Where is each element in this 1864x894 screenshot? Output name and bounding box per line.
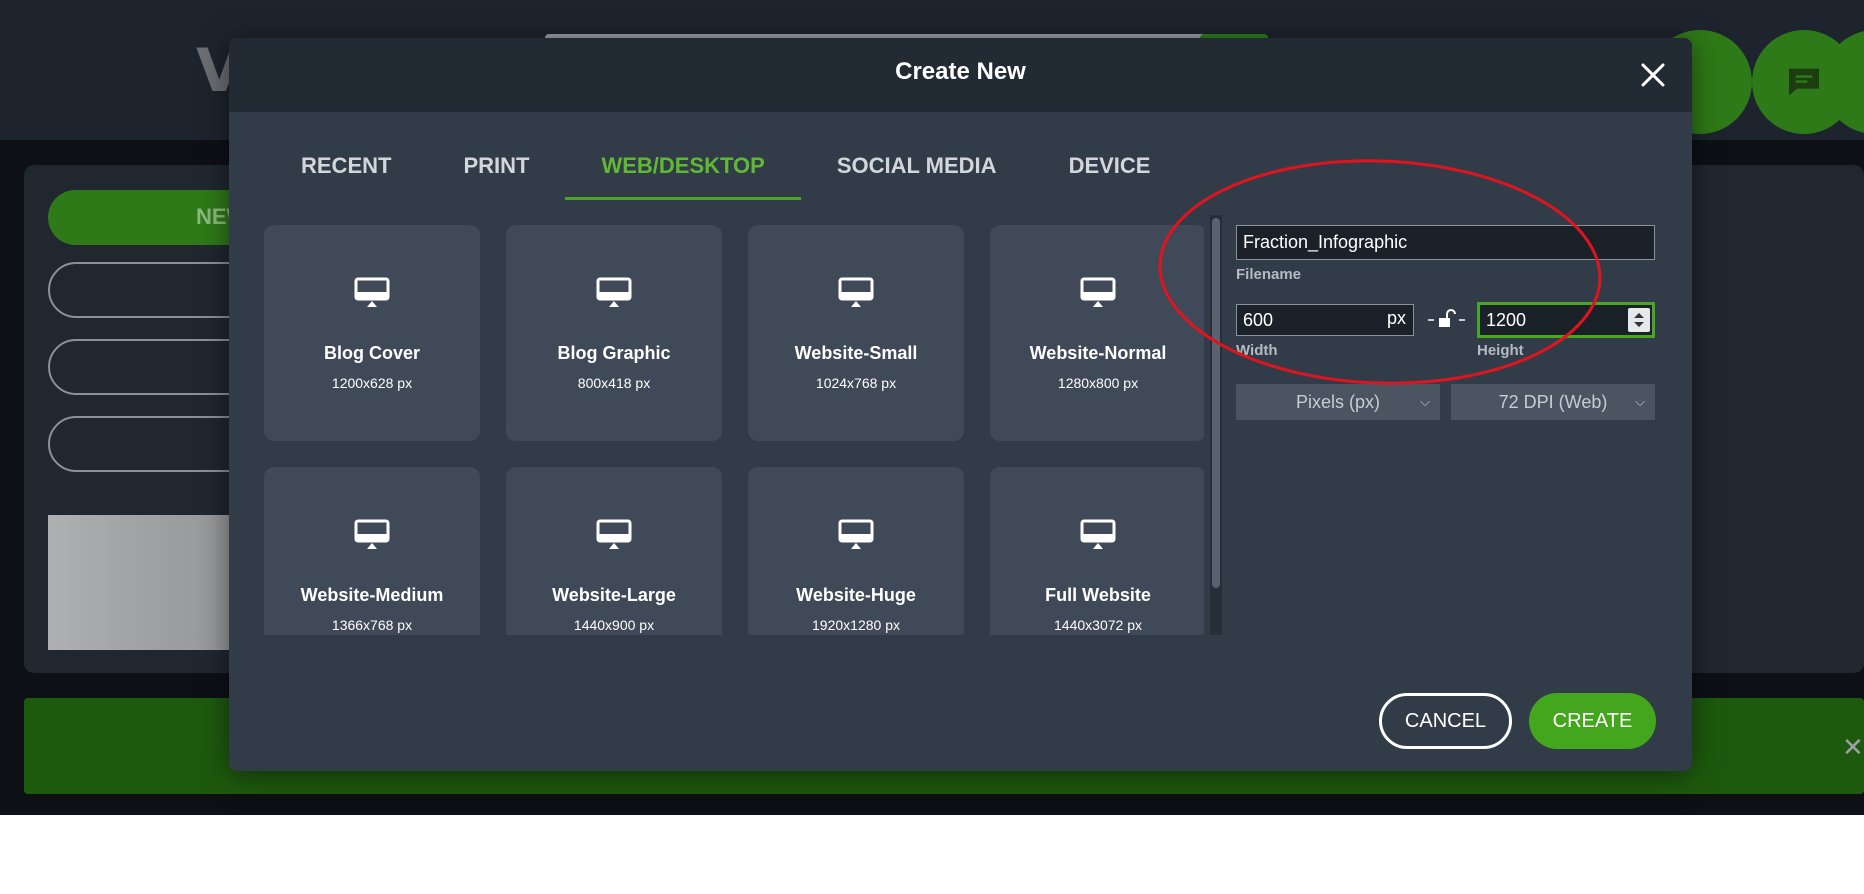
chevron-down-icon: ⌵ — [1420, 394, 1430, 409]
desktop-icon — [354, 519, 390, 551]
preset-size: 1440x3072 px — [1054, 617, 1142, 633]
chat-glyph — [1789, 68, 1819, 96]
tab-recent[interactable]: RECENT — [265, 148, 427, 200]
tab-social-media[interactable]: SOCIAL MEDIA — [801, 148, 1033, 200]
preset-tile[interactable]: Blog Graphic 800x418 px — [506, 225, 722, 441]
preset-scrollbar-thumb[interactable] — [1212, 218, 1220, 588]
preset-name: Full Website — [1045, 585, 1151, 605]
preset-grid: Blog Cover 1200x628 px Blog Graphic 800x418… — [264, 225, 1204, 635]
chevron-down-icon: ⌵ — [1635, 394, 1645, 409]
desktop-icon — [1080, 277, 1116, 309]
preset-name: Blog Cover — [323, 343, 420, 363]
preset-tile[interactable]: Website-Small 1024x768 px — [748, 225, 964, 441]
create-new-dialog: Create New RECENT PRINT WEB/DESKTOP SOCIAL … — [229, 38, 1692, 771]
preset-name: Website-Medium — [300, 585, 444, 605]
preset-size: 1366x768 px — [331, 617, 413, 633]
height-label: Height — [1477, 342, 1524, 359]
preset-name: Website-Small — [794, 343, 918, 363]
desktop-icon — [596, 519, 632, 551]
preset-size: 1920x1280 px — [812, 617, 900, 633]
preset-tile[interactable]: Website-Medium 1366x768 px — [264, 467, 480, 635]
preset-tile[interactable]: Blog Cover 1200x628 px — [264, 225, 480, 441]
preset-size: 1024x768 px — [815, 375, 897, 391]
preset-tile[interactable]: Website-Large 1440x900 px — [506, 467, 722, 635]
cancel-button[interactable]: CANCEL — [1379, 693, 1512, 749]
preset-size: 1440x900 px — [573, 617, 655, 633]
tab-web-desktop[interactable]: WEB/DESKTOP — [565, 148, 801, 200]
filename-input[interactable] — [1236, 225, 1655, 260]
preset-tile[interactable]: Website-Huge 1920x1280 px — [748, 467, 964, 635]
create-button[interactable]: CREATE — [1529, 693, 1656, 749]
desktop-icon — [1080, 519, 1116, 551]
width-unit: px — [1387, 308, 1407, 328]
tab-device[interactable]: DEVICE — [1033, 148, 1187, 200]
close-icon: ✕ — [1842, 732, 1864, 762]
preset-size: 1280x800 px — [1057, 375, 1139, 391]
preset-tile[interactable]: Website-Normal 1280x800 px — [990, 225, 1204, 441]
preset-name: Blog Graphic — [557, 343, 671, 363]
preset-name: Website-Large — [552, 585, 676, 605]
dpi-select[interactable]: 72 DPI (Web) ⌵ — [1451, 384, 1655, 420]
desktop-icon — [838, 519, 874, 551]
category-tabs: RECENT PRINT WEB/DESKTOP SOCIAL MEDIA DEVICE — [265, 148, 1186, 200]
desktop-icon — [838, 277, 874, 309]
preset-size: 800x418 px — [577, 375, 651, 391]
desktop-icon — [354, 277, 390, 309]
dpi-select-value: 72 DPI (Web) — [1498, 392, 1608, 412]
unlock-icon[interactable] — [1427, 306, 1467, 334]
preset-tile[interactable]: Full Website 1440x3072 px — [990, 467, 1204, 635]
close-icon[interactable] — [1636, 58, 1670, 92]
desktop-icon — [596, 277, 632, 309]
preset-size: 1200x628 px — [331, 375, 413, 391]
dialog-title: Create New — [895, 58, 1026, 85]
units-select[interactable]: Pixels (px) ⌵ — [1236, 384, 1440, 420]
units-select-value: Pixels (px) — [1295, 392, 1380, 412]
width-label: Width — [1236, 342, 1278, 359]
tab-print[interactable]: PRINT — [427, 148, 565, 200]
height-stepper-icon[interactable] — [1628, 308, 1650, 332]
preset-name: Website-Normal — [1029, 343, 1167, 363]
filename-label: Filename — [1236, 266, 1302, 283]
dialog-header: Create New — [229, 38, 1692, 112]
preset-name: Website-Huge — [796, 585, 916, 605]
